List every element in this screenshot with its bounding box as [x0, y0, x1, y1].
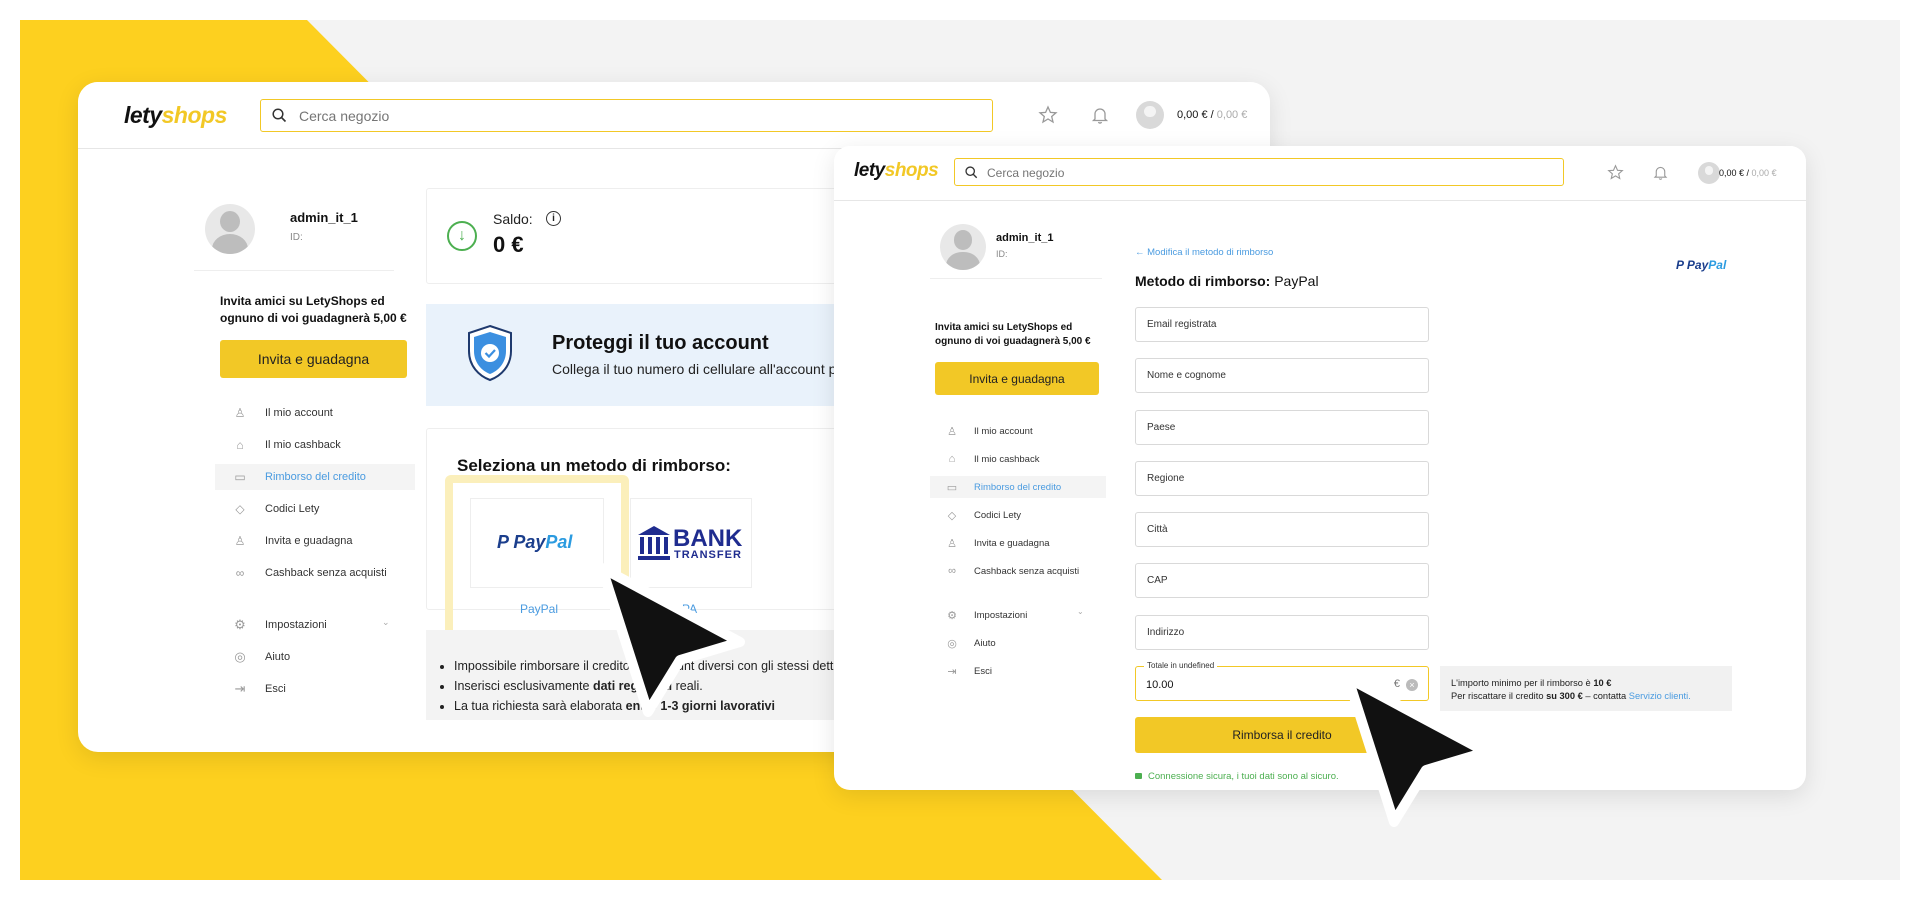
notification-bell-icon[interactable]: [1090, 105, 1110, 125]
header-balance[interactable]: 0,00 € / 0,00 €: [1719, 168, 1777, 178]
invite-promo-text: Invita amici su LetyShops ed ognuno di vo…: [220, 294, 407, 325]
search-icon: [272, 108, 287, 123]
wallet-icon: ▭: [234, 470, 246, 484]
sidebar-item-invite[interactable]: ♙ Invita e guadagna: [930, 532, 1106, 554]
customer-service-link[interactable]: Servizio clienti.: [1629, 691, 1691, 701]
profile-avatar: [940, 224, 986, 270]
logout-icon: ⇥: [234, 681, 246, 696]
header-balance[interactable]: 0,00 € / 0,00 €: [1177, 109, 1247, 121]
sidebar-item-cashback[interactable]: ⌂ Il mio cashback: [215, 432, 415, 458]
lock-icon: [1135, 773, 1142, 779]
invite-earn-button[interactable]: Invita e guadagna: [935, 362, 1099, 395]
tag-icon: ◇: [947, 509, 957, 522]
username: admin_it_1: [290, 210, 358, 225]
change-method-link[interactable]: ← Modifica il metodo di rimborso: [1135, 247, 1273, 258]
favorites-star-icon[interactable]: [1607, 164, 1624, 181]
paypal-logo: P PayPal: [1676, 258, 1727, 272]
chevron-down-icon[interactable]: ⌄: [382, 617, 390, 628]
header-avatar[interactable]: [1136, 101, 1164, 129]
favorites-star-icon[interactable]: [1038, 105, 1058, 125]
saldo-label: Saldo:: [493, 211, 533, 227]
sidebar-item-lety-codes[interactable]: ◇ Codici Lety: [215, 496, 415, 522]
sidebar-item-help[interactable]: ◎ Aiuto: [930, 632, 1106, 654]
search-input[interactable]: [987, 164, 1547, 181]
sidebar-item-cashback-no-purchase[interactable]: ∞ Cashback senza acquisti: [215, 560, 415, 586]
address-field[interactable]: Indirizzo: [1135, 615, 1429, 650]
divider: [194, 270, 394, 271]
postal-code-field[interactable]: CAP: [1135, 563, 1429, 598]
refund-method-title: Seleziona un metodo di rimborso:: [457, 456, 731, 475]
header-avatar[interactable]: [1698, 162, 1720, 184]
mouse-pointer-icon: [597, 563, 745, 717]
search-input[interactable]: [299, 106, 979, 126]
sidebar-item-logout[interactable]: ⇥ Esci: [930, 660, 1106, 682]
city-field[interactable]: Città: [1135, 512, 1429, 547]
username: admin_it_1: [996, 232, 1054, 244]
amount-value[interactable]: 10.00: [1146, 679, 1174, 691]
wallet-icon: ▭: [946, 481, 958, 494]
header: letyshops 0,00 € / 0,00 €: [834, 146, 1806, 201]
paypal-option-label[interactable]: PayPal: [520, 602, 558, 616]
sidebar-item-credit-refund[interactable]: ▭ Rimborso del credito: [930, 476, 1106, 498]
profile-avatar: [205, 204, 255, 254]
sidebar-item-lety-codes[interactable]: ◇ Codici Lety: [930, 504, 1106, 526]
letyshops-logo[interactable]: letyshops: [854, 160, 939, 182]
bank-logo-text: BANK: [673, 525, 743, 552]
user-id-label: ID:: [290, 232, 303, 243]
amount-field-label: Totale in undefined: [1144, 661, 1218, 670]
user-icon: ♙: [947, 425, 957, 438]
logout-icon: ⇥: [947, 665, 957, 678]
invite-earn-button[interactable]: Invita e guadagna: [220, 340, 407, 378]
add-user-icon: ♙: [947, 537, 957, 550]
search-bar[interactable]: [954, 158, 1564, 186]
arrow-down-circle-icon: ↓: [447, 221, 477, 251]
letyshops-logo[interactable]: letyshops: [124, 102, 227, 129]
link-icon: ∞: [235, 566, 245, 580]
paypal-option[interactable]: P PayPal: [470, 498, 604, 588]
divider: [930, 278, 1102, 279]
gear-icon: ⚙: [234, 617, 246, 632]
sidebar-item-credit-refund[interactable]: ▭ Rimborso del credito: [215, 464, 415, 490]
help-icon: ◎: [947, 637, 957, 650]
country-field[interactable]: Paese: [1135, 410, 1429, 445]
invite-promo-text: Invita amici su LetyShops ed ognuno di vo…: [935, 322, 1091, 347]
gear-icon: ⚙: [947, 609, 957, 622]
saldo-value: 0 €: [493, 232, 524, 257]
paypal-logo: P PayPal: [497, 532, 573, 552]
header: letyshops 0,00 € / 0,00 €: [78, 82, 1270, 149]
sidebar-item-cashback[interactable]: ⌂ Il mio cashback: [930, 448, 1106, 470]
sidebar-item-account[interactable]: ♙ Il mio account: [215, 400, 415, 426]
info-icon[interactable]: i: [546, 211, 561, 226]
help-icon: ◎: [234, 649, 246, 664]
mouse-pointer-icon: [1343, 673, 1491, 827]
email-field[interactable]: Email registrata: [1135, 307, 1429, 342]
user-id-label: ID:: [996, 249, 1008, 259]
region-field[interactable]: Regione: [1135, 461, 1429, 496]
protect-title: Proteggi il tuo account: [552, 332, 769, 354]
full-name-field[interactable]: Nome e cognome: [1135, 358, 1429, 393]
link-icon: ∞: [948, 565, 956, 577]
bag-icon: ⌂: [948, 453, 956, 465]
secure-connection-note: Connessione sicura, i tuoi dati sono al …: [1135, 771, 1339, 782]
shield-icon: [468, 324, 512, 382]
protect-subtitle: Collega il tuo numero di cellulare all'a…: [552, 361, 845, 377]
notification-bell-icon[interactable]: [1652, 164, 1669, 181]
sidebar-item-cashback-no-purchase[interactable]: ∞ Cashback senza acquisti: [930, 560, 1106, 582]
refund-form-title: Metodo di rimborso: PayPal: [1135, 273, 1319, 289]
tag-icon: ◇: [235, 502, 245, 516]
bank-building-icon: [638, 526, 670, 560]
search-icon: [965, 166, 978, 179]
search-bar[interactable]: [260, 99, 993, 132]
chevron-down-icon[interactable]: ⌄: [1077, 607, 1084, 616]
sidebar-item-account[interactable]: ♙ Il mio account: [930, 420, 1106, 442]
user-icon: ♙: [234, 406, 246, 420]
sidebar-item-help[interactable]: ◎ Aiuto: [215, 644, 415, 670]
add-user-icon: ♙: [234, 534, 246, 548]
sidebar-item-invite[interactable]: ♙ Invita e guadagna: [215, 528, 415, 554]
sidebar-item-logout[interactable]: ⇥ Esci: [215, 676, 415, 702]
bag-icon: ⌂: [236, 438, 244, 452]
